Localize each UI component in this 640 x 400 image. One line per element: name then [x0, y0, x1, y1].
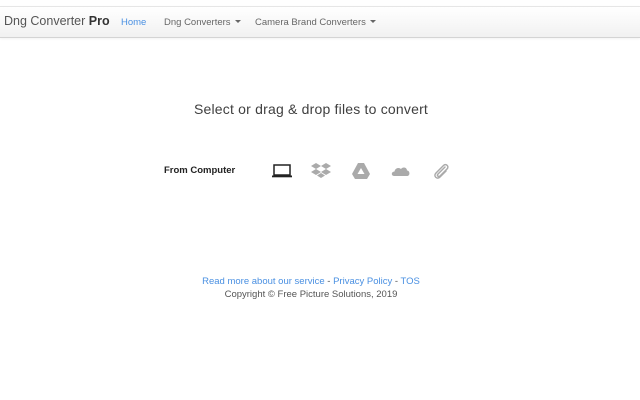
brand-suffix: Pro: [88, 14, 110, 28]
upload-headline[interactable]: Select or drag & drop files to convert: [0, 101, 622, 117]
read-more-link[interactable]: Read more about our service: [202, 276, 325, 287]
google-drive-icon[interactable]: [350, 161, 372, 181]
nav-home[interactable]: Home: [121, 17, 146, 28]
caret-down-icon: [234, 19, 241, 23]
navbar: Dng Converter Pro Home Dng Converters Ca…: [0, 6, 640, 38]
nav-camera-brand-converters-dropdown[interactable]: Camera Brand Converters: [255, 17, 376, 28]
laptop-icon[interactable]: [271, 161, 293, 181]
caret-down-icon: [369, 19, 376, 23]
nav-dng-converters-label: Dng Converters: [164, 17, 231, 28]
privacy-policy-link[interactable]: Privacy Policy: [333, 276, 392, 287]
footer-separator: -: [324, 276, 334, 287]
brand-name: Dng Converter: [4, 14, 86, 28]
paperclip-icon[interactable]: [430, 161, 452, 181]
footer-separator: -: [392, 276, 401, 287]
nav-home-label: Home: [121, 17, 147, 28]
nav-dng-converters-dropdown[interactable]: Dng Converters: [164, 17, 241, 28]
dropbox-icon[interactable]: [310, 161, 332, 181]
brand-logo[interactable]: Dng Converter Pro: [4, 14, 110, 28]
footer-links: Read more about our service - Privacy Po…: [0, 276, 622, 287]
source-label: From Computer: [164, 165, 236, 176]
cloud-icon[interactable]: [390, 161, 412, 181]
nav-camera-brand-converters-label: Camera Brand Converters: [255, 17, 366, 28]
copyright-text: Copyright © Free Picture Solutions, 2019: [224, 289, 398, 300]
tos-link[interactable]: TOS: [401, 276, 420, 287]
